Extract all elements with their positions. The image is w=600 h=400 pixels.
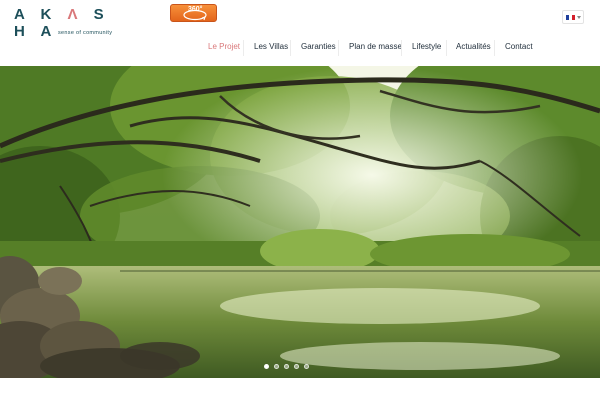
nav-item-le-projet[interactable]: Le Projet bbox=[208, 42, 240, 51]
slider-dot[interactable] bbox=[264, 364, 269, 369]
nav-item-contact[interactable]: Contact bbox=[505, 42, 533, 51]
nav-item-les-villas[interactable]: Les Villas bbox=[254, 42, 288, 51]
logo-tagline: sense of community bbox=[58, 30, 113, 36]
hero-forest-river-image bbox=[0, 66, 600, 378]
nav-item-lifestyle[interactable]: Lifestyle bbox=[412, 42, 441, 51]
slider-dot[interactable] bbox=[284, 364, 289, 369]
nav-divider bbox=[243, 40, 244, 56]
akasha-logo[interactable]: A K Λ S H A sense of community bbox=[14, 6, 124, 40]
nav-item-garanties[interactable]: Garanties bbox=[301, 42, 336, 51]
slider-dot[interactable] bbox=[294, 364, 299, 369]
page-bottom-spacer bbox=[0, 378, 600, 400]
slider-dot[interactable] bbox=[304, 364, 309, 369]
main-navigation: Le Projet Les Villas Garanties Plan de m… bbox=[0, 40, 600, 56]
nav-divider bbox=[446, 40, 447, 56]
slider-pagination bbox=[0, 364, 600, 372]
nav-item-actualites[interactable]: Actualités bbox=[456, 42, 491, 51]
virtual-tour-360-button[interactable]: 360° bbox=[170, 4, 217, 22]
chevron-down-icon bbox=[577, 16, 581, 19]
nav-divider bbox=[494, 40, 495, 56]
nav-divider bbox=[290, 40, 291, 56]
language-selector[interactable] bbox=[562, 10, 584, 24]
france-flag-icon bbox=[566, 15, 575, 20]
slider-dot[interactable] bbox=[274, 364, 279, 369]
nav-divider bbox=[401, 40, 402, 56]
nav-item-plan-de-masse[interactable]: Plan de masse bbox=[349, 42, 402, 51]
site-header: A K Λ S H A sense of community 360° Le P… bbox=[0, 0, 600, 66]
tour-button-label: 360° bbox=[188, 6, 203, 13]
hero-slider[interactable] bbox=[0, 66, 600, 378]
nav-divider bbox=[338, 40, 339, 56]
